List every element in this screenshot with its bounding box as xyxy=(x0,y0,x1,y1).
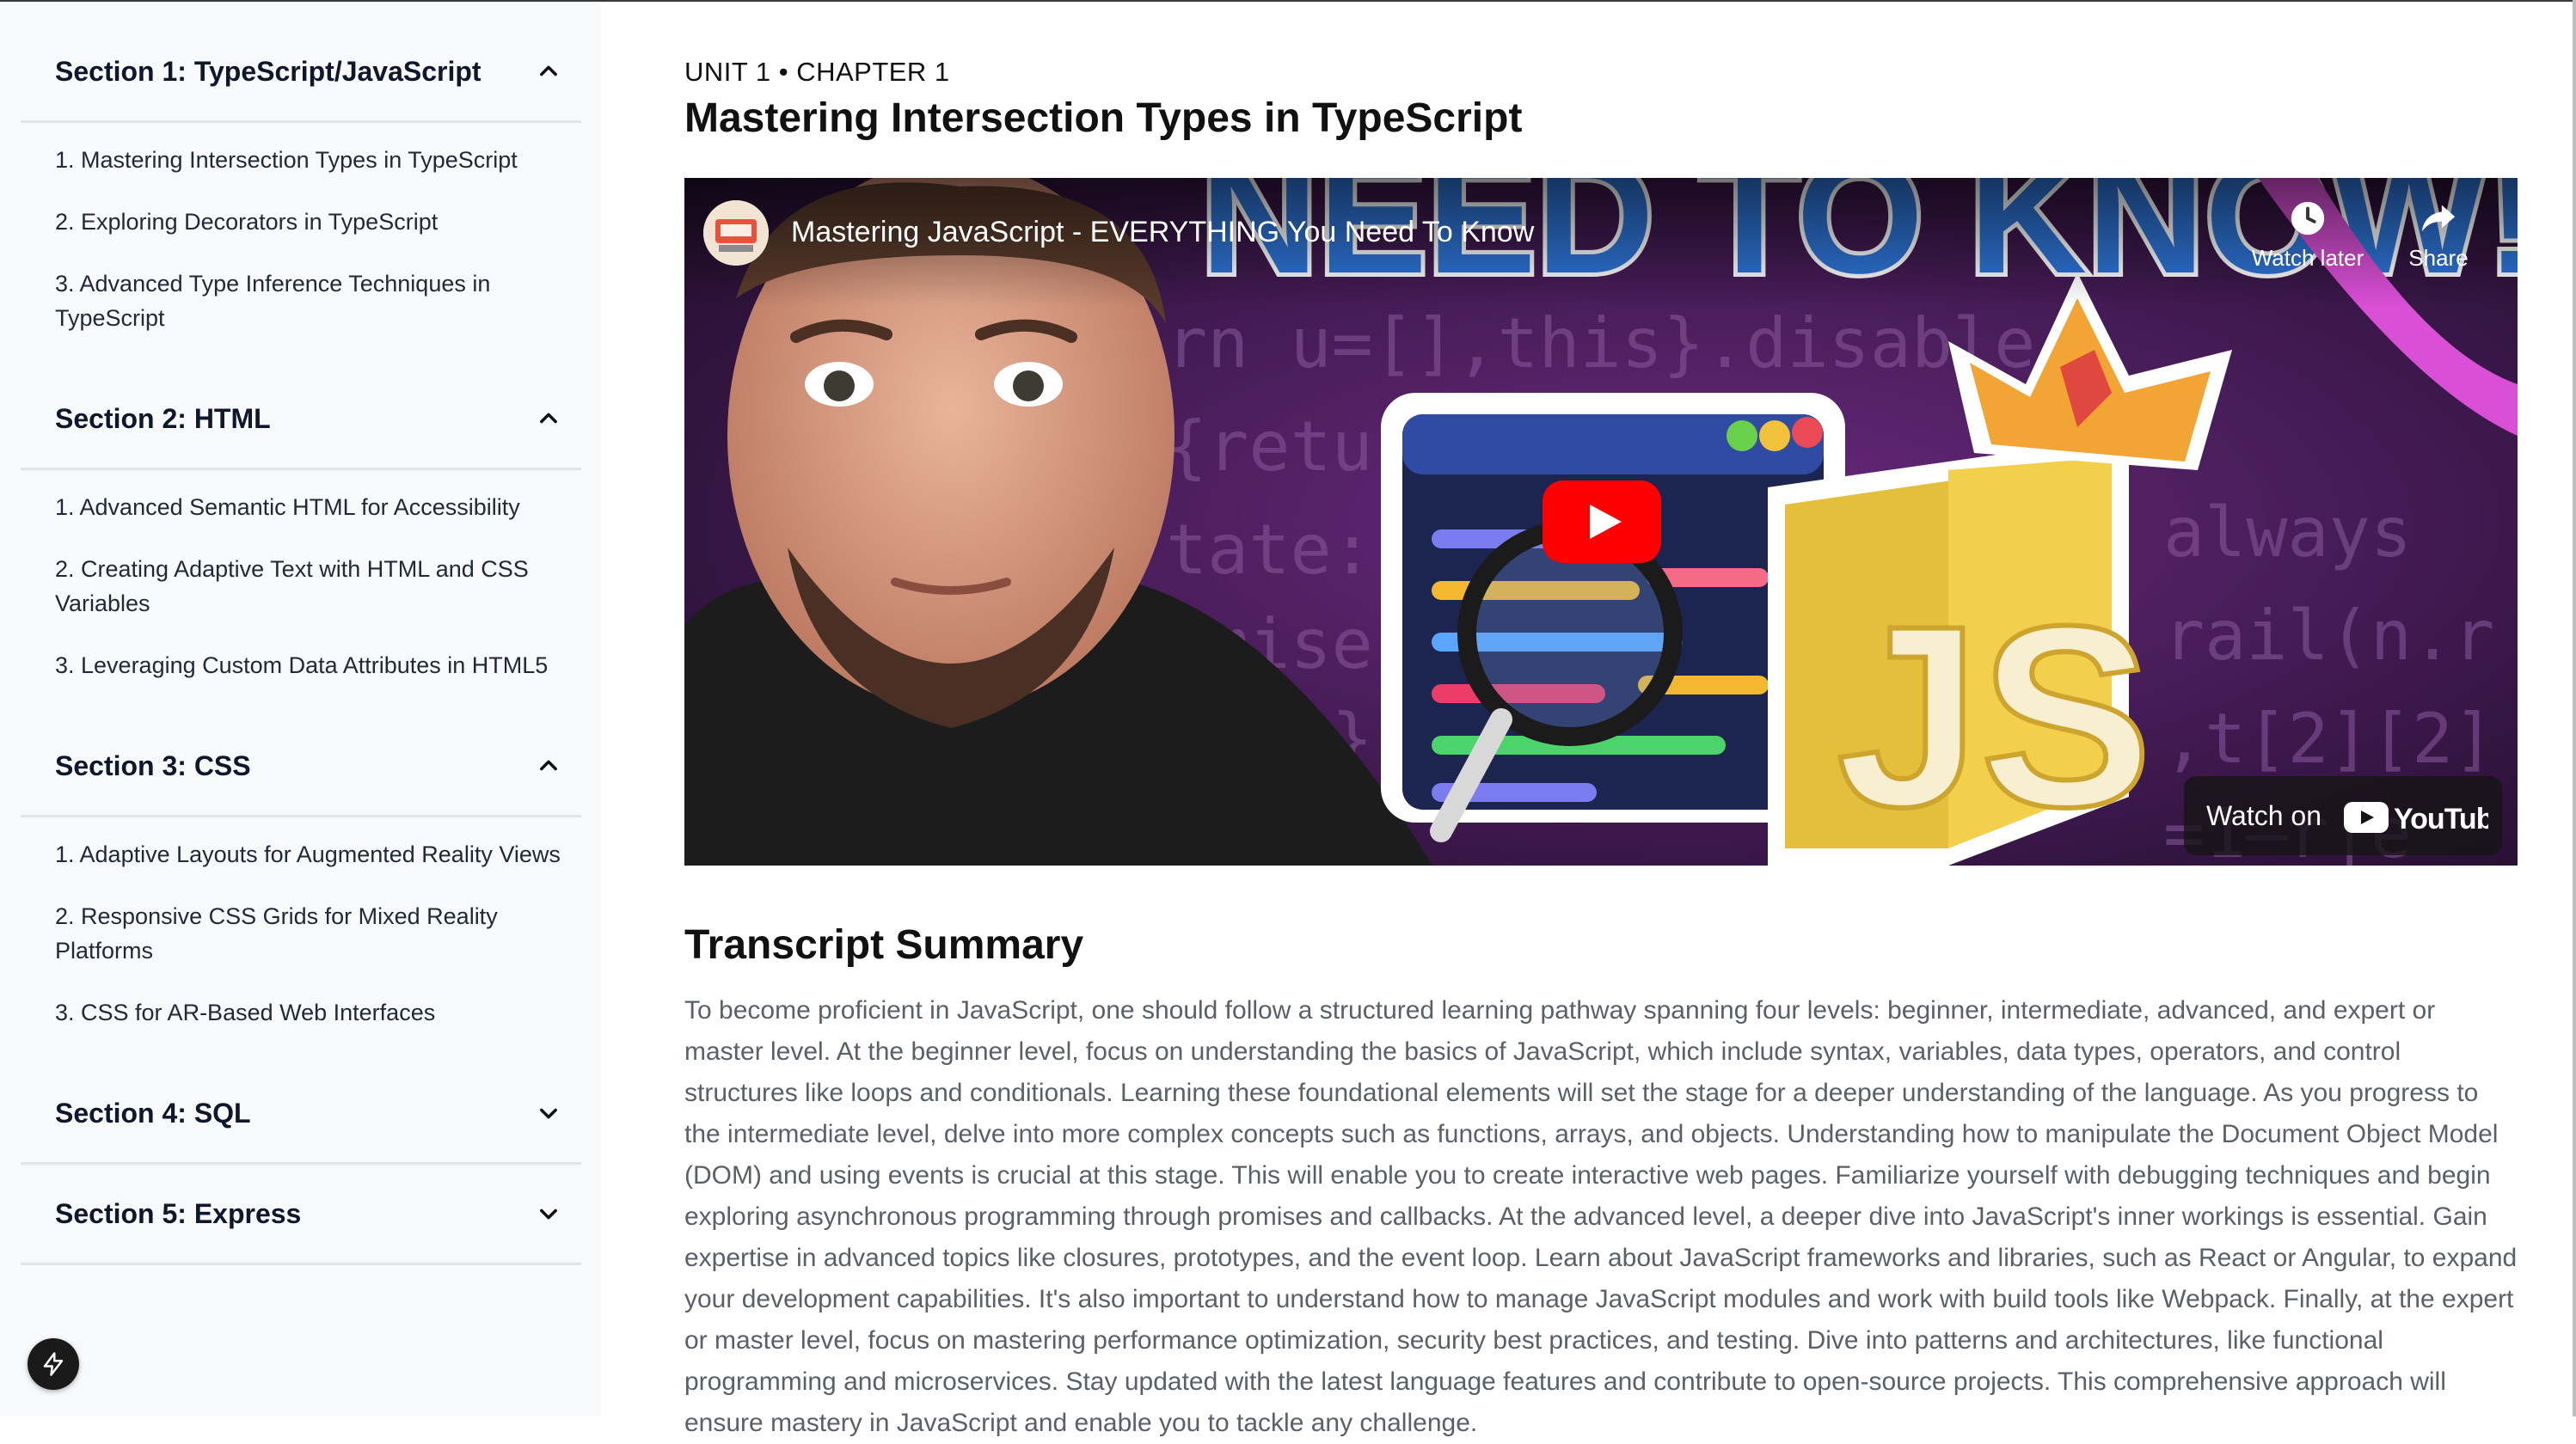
section-4-header[interactable]: Section 4: SQL xyxy=(21,1064,581,1165)
clock-icon xyxy=(2291,201,2325,236)
section-3-header[interactable]: Section 3: CSS xyxy=(21,717,581,817)
section-1-title: Section 1: TypeScript/JavaScript xyxy=(55,56,481,87)
lesson-2-1[interactable]: 1. Advanced Semantic HTML for Accessibil… xyxy=(55,490,588,524)
svg-text:YouTube: YouTube xyxy=(2394,803,2488,835)
section-1-header[interactable]: Section 1: TypeScript/JavaScript xyxy=(21,22,581,123)
section-4-title: Section 4: SQL xyxy=(55,1098,251,1129)
chevron-up-icon[interactable] xyxy=(537,59,561,83)
channel-avatar[interactable] xyxy=(703,200,769,266)
lesson-2-3[interactable]: 3. Leveraging Custom Data Attributes in … xyxy=(55,648,588,682)
lightning-bolt-button[interactable] xyxy=(28,1338,79,1390)
watch-on-label: Watch on xyxy=(2206,800,2321,831)
youtube-play-icon[interactable] xyxy=(1543,480,1661,563)
svg-text:{retu: {retu xyxy=(1166,407,1373,486)
share-button[interactable]: Share xyxy=(2378,199,2499,272)
page-title: Mastering Intersection Types in TypeScri… xyxy=(684,95,1523,141)
youtube-logo-icon: YouTube xyxy=(2344,802,2488,835)
lesson-3-3[interactable]: 3. CSS for AR-Based Web Interfaces xyxy=(55,995,588,1030)
lesson-3-1[interactable]: 1. Adaptive Layouts for Augmented Realit… xyxy=(55,837,588,872)
share-label: Share xyxy=(2408,245,2469,271)
transcript-summary-heading: Transcript Summary xyxy=(684,922,1084,968)
video-title[interactable]: Mastering JavaScript - EVERYTHING You Ne… xyxy=(791,216,1534,249)
chevron-up-icon[interactable] xyxy=(537,407,561,431)
svg-text:rn u=[],this}.disable: rn u=[],this}.disable xyxy=(1166,303,2035,383)
svg-text:,t[2][2]: ,t[2][2] xyxy=(2163,699,2494,779)
chevron-down-icon[interactable] xyxy=(537,1101,561,1125)
watch-on-youtube-button[interactable]: Watch on YouTube xyxy=(2184,776,2502,855)
video-embed[interactable]: rn u=[],this}.disable {retu tate: omise … xyxy=(684,178,2518,866)
share-arrow-icon xyxy=(2421,205,2456,232)
lightning-bolt-icon xyxy=(43,1352,64,1376)
scrollbar-track[interactable] xyxy=(2573,0,2576,1416)
section-5-title: Section 5: Express xyxy=(55,1198,302,1229)
section-5-header[interactable]: Section 5: Express xyxy=(21,1165,581,1265)
watch-later-button[interactable]: Watch later xyxy=(2248,199,2368,272)
svg-text:tate:: tate: xyxy=(1166,510,1373,590)
watch-later-label: Watch later xyxy=(2251,245,2364,271)
section-3-title: Section 3: CSS xyxy=(55,750,251,781)
lesson-2-2[interactable]: 2. Creating Adaptive Text with HTML and … xyxy=(55,552,588,621)
transcript-summary-text: To become proficient in JavaScript, one … xyxy=(684,996,2518,1437)
svg-text:rail(n.r: rail(n.r xyxy=(2163,596,2494,676)
svg-text:always: always xyxy=(2163,493,2412,572)
lesson-1-1[interactable]: 1. Mastering Intersection Types in TypeS… xyxy=(55,143,588,177)
svg-text:JS: JS xyxy=(1837,572,2152,860)
section-2-title: Section 2: HTML xyxy=(55,403,271,434)
course-sidebar: Section 1: TypeScript/JavaScript 1. Mast… xyxy=(0,2,600,1416)
lesson-3-2[interactable]: 2. Responsive CSS Grids for Mixed Realit… xyxy=(55,899,588,968)
chevron-up-icon[interactable] xyxy=(537,754,561,778)
lesson-1-3[interactable]: 3. Advanced Type Inference Techniques in… xyxy=(55,266,588,335)
chevron-down-icon[interactable] xyxy=(537,1202,561,1226)
breadcrumb: UNIT 1 • CHAPTER 1 xyxy=(684,57,950,87)
lesson-1-2[interactable]: 2. Exploring Decorators in TypeScript xyxy=(55,205,588,239)
section-2-header[interactable]: Section 2: HTML xyxy=(21,370,581,470)
